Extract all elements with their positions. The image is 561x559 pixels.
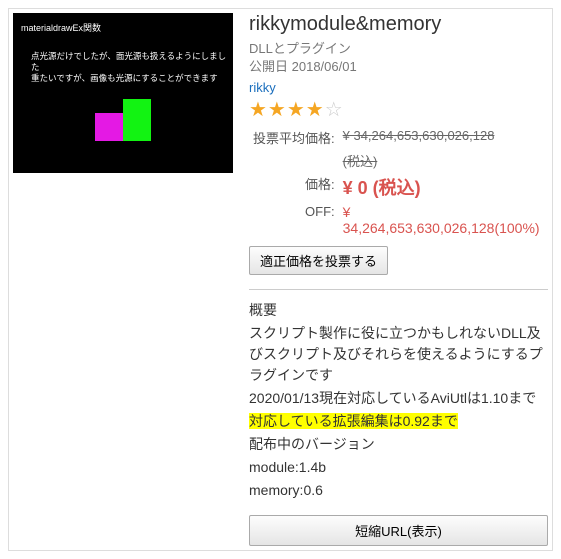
price-label: 価格: [249,172,339,202]
divider [249,289,548,290]
avg-price-label: 投票平均価格: [249,126,339,149]
desc-line: 2020/01/13現在対応しているAviUtlは1.10まで [249,388,548,409]
category-line: DLLとプラグイン [249,40,548,58]
thumb-graphic [95,99,151,141]
thumbnail-column: materialdrawEx関数 点光源だけでしたが、面光源も扱えるようにしまし… [13,13,249,546]
vote-price-button[interactable]: 適正価格を投票する [249,246,388,275]
info-column: rikkymodule&memory DLLとプラグイン 公開日 2018/06… [249,13,548,546]
desc-line: memory:0.6 [249,480,548,501]
desc-line: 配布中のバージョン [249,434,548,455]
thumbnail[interactable]: materialdrawEx関数 点光源だけでしたが、面光源も扱えるようにしまし… [13,13,233,173]
star-empty-icon: ☆ [325,99,344,121]
cube-green [123,113,151,141]
avg-price-value: ¥ 34,264,653,630,026,128 [339,126,548,149]
thumb-caption: materialdrawEx関数 [21,21,101,34]
description: 概要 スクリプト製作に役に立つかもしれないDLL及びスクリプト及びそれらを使える… [249,300,548,501]
thumb-text: 点光源だけでしたが、面光源も扱えるようにしました 重たいですが、画像も光源にする… [31,51,233,84]
desc-line-highlight: 対応している拡張編集は0.92まで [249,411,548,432]
off-label: OFF: [249,202,339,238]
product-card: materialdrawEx関数 点光源だけでしたが、面光源も扱えるようにしまし… [8,8,553,551]
product-title: rikkymodule&memory [249,13,548,36]
star-full-icon: ★★★★ [249,99,325,121]
price-table: 投票平均価格: ¥ 34,264,653,630,026,128 (税込) 価格… [249,126,548,238]
cube-magenta [95,113,123,141]
short-url-button[interactable]: 短縮URL(表示) [249,515,548,546]
desc-line: スクリプト製作に役に立つかもしれないDLL及びスクリプト及びそれらを使えるように… [249,323,548,386]
off-value: ¥ 34,264,653,630,026,128(100%) [339,202,548,238]
desc-line: module:1.4b [249,457,548,478]
desc-heading: 概要 [249,300,548,321]
avg-price-tax: (税込) [339,149,548,172]
author-link[interactable]: rikky [249,80,548,95]
publish-date: 公開日 2018/06/01 [249,58,548,76]
cube-green-small [123,99,151,113]
rating-stars: ★★★★☆ [249,97,548,122]
price-value: ¥ 0 (税込) [339,172,548,202]
